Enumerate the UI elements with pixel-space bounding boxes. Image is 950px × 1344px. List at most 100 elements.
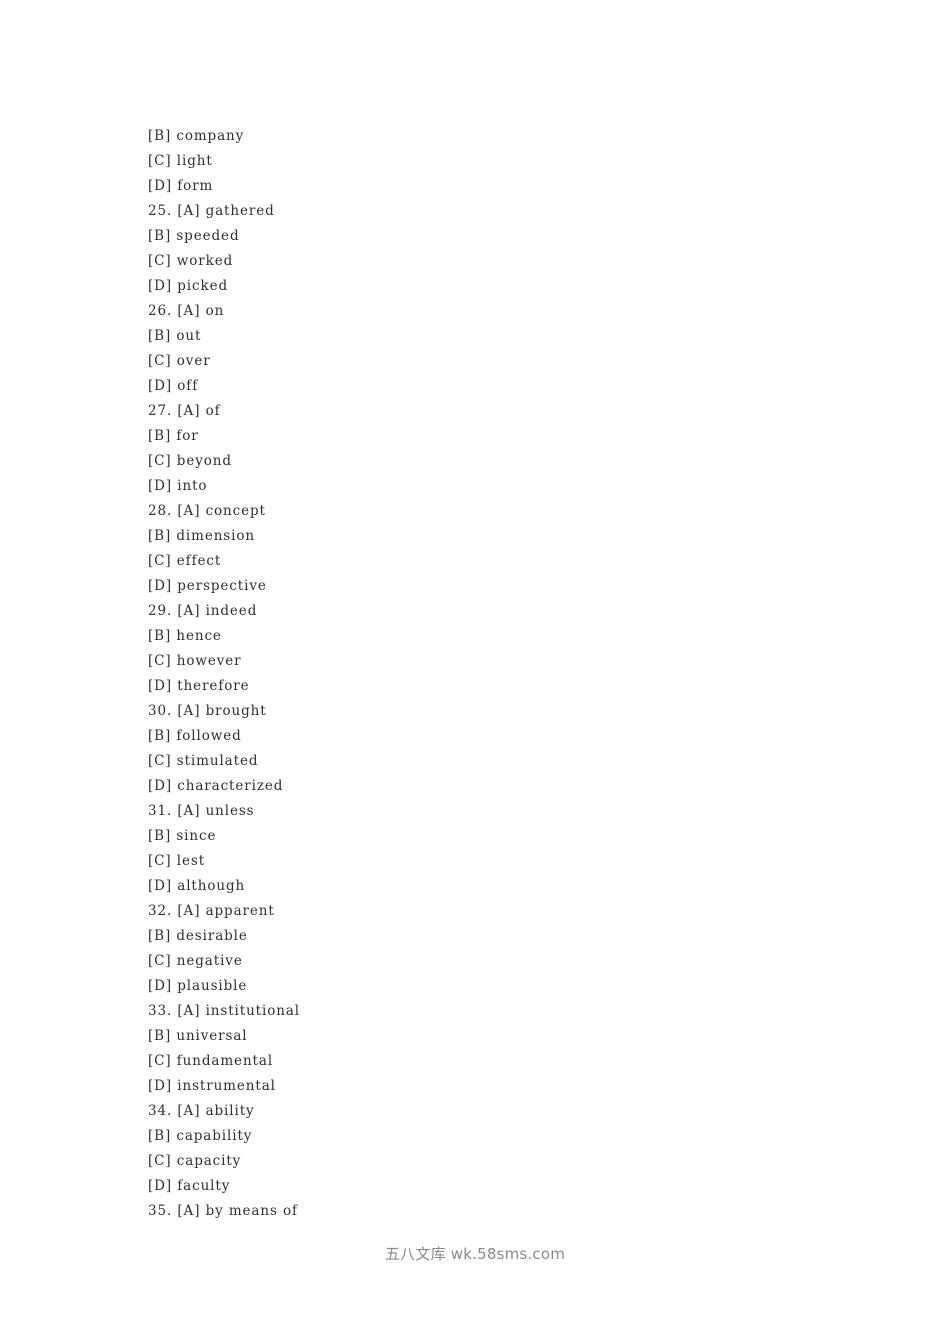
- option-text: therefore: [177, 678, 250, 694]
- option-text: light: [176, 153, 213, 169]
- option-line: [B] universal: [148, 1024, 848, 1049]
- footer-watermark: 五八文库 wk.58sms.com: [384, 1245, 566, 1263]
- option-text: effect: [176, 553, 222, 569]
- option-text: lest: [176, 853, 206, 869]
- option-letter: [A]: [177, 303, 201, 319]
- question-number: 28.: [148, 503, 173, 519]
- option-line: [B] desirable: [148, 924, 848, 949]
- option-text: by means of: [205, 1203, 298, 1219]
- option-line: 30. [A] brought: [148, 699, 848, 724]
- option-text: instrumental: [177, 1078, 276, 1094]
- option-letter: [C]: [148, 153, 172, 169]
- option-letter: [C]: [148, 353, 172, 369]
- option-text: company: [176, 128, 245, 144]
- option-text: plausible: [177, 978, 248, 994]
- option-letter: [D]: [148, 1078, 173, 1094]
- option-text: although: [177, 878, 246, 894]
- option-letter: [D]: [148, 578, 173, 594]
- option-letter: [C]: [148, 953, 172, 969]
- option-line: 28. [A] concept: [148, 499, 848, 524]
- question-number: 27.: [148, 403, 173, 419]
- option-letter: [D]: [148, 778, 173, 794]
- option-text: brought: [205, 703, 267, 719]
- option-letter: [D]: [148, 178, 173, 194]
- option-text: out: [176, 328, 202, 344]
- option-text: gathered: [205, 203, 275, 219]
- option-line: 33. [A] institutional: [148, 999, 848, 1024]
- option-line: [B] capability: [148, 1124, 848, 1149]
- option-text: over: [176, 353, 211, 369]
- option-text: fundamental: [176, 1053, 274, 1069]
- option-text: into: [177, 478, 208, 494]
- option-text: form: [177, 178, 214, 194]
- option-line: 32. [A] apparent: [148, 899, 848, 924]
- option-text: speeded: [176, 228, 240, 244]
- option-line: [B] out: [148, 324, 848, 349]
- option-letter: [A]: [177, 1103, 201, 1119]
- option-letter: [B]: [148, 428, 172, 444]
- option-line: [C] negative: [148, 949, 848, 974]
- option-letter: [A]: [177, 903, 201, 919]
- option-letter: [B]: [148, 628, 172, 644]
- question-number: 32.: [148, 903, 173, 919]
- option-line: 31. [A] unless: [148, 799, 848, 824]
- question-number: 29.: [148, 603, 173, 619]
- option-line: [B] for: [148, 424, 848, 449]
- option-line: [B] company: [148, 124, 848, 149]
- option-text: desirable: [176, 928, 248, 944]
- option-text: negative: [176, 953, 243, 969]
- option-text: worked: [176, 253, 234, 269]
- option-text: capacity: [176, 1153, 242, 1169]
- option-line: [D] instrumental: [148, 1074, 848, 1099]
- option-text: since: [176, 828, 217, 844]
- option-letter: [B]: [148, 328, 172, 344]
- option-line: [D] into: [148, 474, 848, 499]
- option-letter: [C]: [148, 1053, 172, 1069]
- option-line: [C] stimulated: [148, 749, 848, 774]
- option-letter: [A]: [177, 503, 201, 519]
- option-letter: [D]: [148, 278, 173, 294]
- option-letter: [A]: [177, 603, 201, 619]
- option-line: [D] form: [148, 174, 848, 199]
- option-line: [C] however: [148, 649, 848, 674]
- option-letter: [B]: [148, 1028, 172, 1044]
- option-letter: [D]: [148, 378, 173, 394]
- option-letter: [B]: [148, 828, 172, 844]
- option-letter: [A]: [177, 703, 201, 719]
- option-letter: [B]: [148, 928, 172, 944]
- option-text: institutional: [205, 1003, 300, 1019]
- option-line: [B] speeded: [148, 224, 848, 249]
- option-letter: [B]: [148, 528, 172, 544]
- option-line: 34. [A] ability: [148, 1099, 848, 1124]
- option-letter: [D]: [148, 1178, 173, 1194]
- answer-options-list: [B] company [C] light [D] form 25. [A] gath…: [148, 124, 848, 1224]
- option-text: hence: [176, 628, 222, 644]
- option-letter: [C]: [148, 853, 172, 869]
- option-line: [C] effect: [148, 549, 848, 574]
- option-line: [B] followed: [148, 724, 848, 749]
- option-line: [D] characterized: [148, 774, 848, 799]
- question-number: 35.: [148, 1203, 173, 1219]
- option-line: 25. [A] gathered: [148, 199, 848, 224]
- option-text: universal: [176, 1028, 248, 1044]
- option-letter: [C]: [148, 653, 172, 669]
- option-text: indeed: [205, 603, 258, 619]
- option-line: [C] lest: [148, 849, 848, 874]
- option-line: [B] hence: [148, 624, 848, 649]
- option-line: [C] capacity: [148, 1149, 848, 1174]
- option-text: ability: [205, 1103, 255, 1119]
- option-line: [C] worked: [148, 249, 848, 274]
- question-number: 34.: [148, 1103, 173, 1119]
- option-line: [D] therefore: [148, 674, 848, 699]
- option-letter: [C]: [148, 553, 172, 569]
- option-letter: [C]: [148, 453, 172, 469]
- option-text: picked: [177, 278, 228, 294]
- option-line: [C] beyond: [148, 449, 848, 474]
- option-letter: [C]: [148, 753, 172, 769]
- option-text: however: [176, 653, 242, 669]
- option-text: beyond: [176, 453, 232, 469]
- option-letter: [D]: [148, 678, 173, 694]
- option-line: [B] dimension: [148, 524, 848, 549]
- option-line: 35. [A] by means of: [148, 1199, 848, 1224]
- option-letter: [D]: [148, 978, 173, 994]
